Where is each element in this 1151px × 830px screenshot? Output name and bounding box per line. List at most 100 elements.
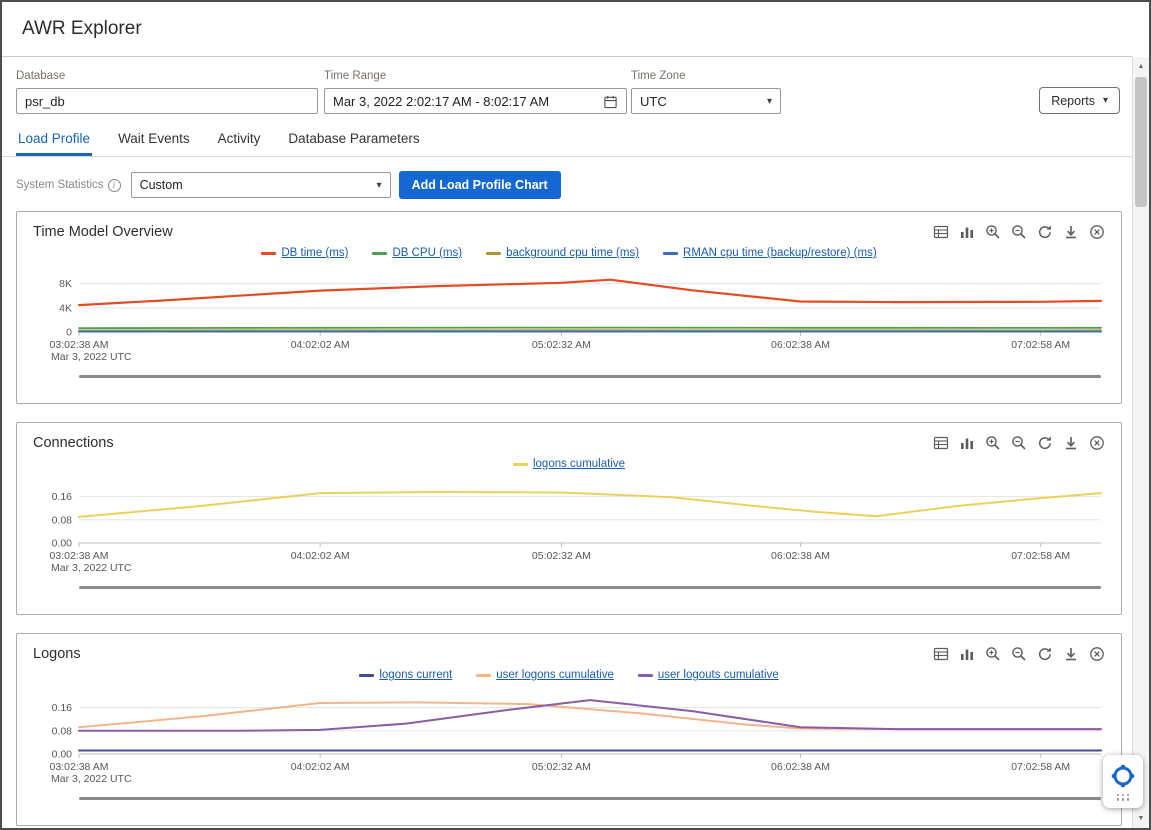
chart-toolbar bbox=[933, 646, 1105, 662]
legend-item[interactable]: logons current bbox=[359, 669, 452, 681]
view-data-table-icon[interactable] bbox=[933, 646, 949, 662]
statistics-select[interactable]: Custom ▾ bbox=[131, 172, 391, 198]
legend-series-link[interactable]: RMAN cpu time (backup/restore) (ms) bbox=[683, 247, 877, 259]
svg-text:06:02:38 AM: 06:02:38 AM bbox=[771, 339, 830, 351]
database-input[interactable] bbox=[16, 88, 318, 114]
svg-text:0.16: 0.16 bbox=[52, 702, 73, 714]
svg-text:06:02:38 AM: 06:02:38 AM bbox=[771, 550, 830, 562]
add-load-profile-chart-button[interactable]: Add Load Profile Chart bbox=[399, 171, 561, 199]
assistant-widget[interactable] bbox=[1103, 755, 1143, 808]
reset-zoom-icon[interactable] bbox=[1037, 646, 1053, 662]
info-icon[interactable]: i bbox=[108, 179, 121, 192]
time-range-label: Time Range bbox=[324, 70, 627, 82]
legend-item[interactable]: RMAN cpu time (backup/restore) (ms) bbox=[663, 247, 877, 259]
svg-text:8K: 8K bbox=[59, 278, 72, 290]
zoom-out-icon[interactable] bbox=[1011, 646, 1027, 662]
series-line bbox=[79, 700, 1101, 731]
awr-explorer-window: AWR Explorer Database Time Range Mar 3, … bbox=[0, 0, 1151, 830]
line-chart-connections: 0.000.080.1603:02:38 AM04:02:02 AM05:02:… bbox=[33, 477, 1109, 593]
chart-horizontal-scrollbar[interactable] bbox=[79, 797, 1101, 800]
time-zone-select[interactable]: UTC ▾ bbox=[631, 88, 781, 114]
legend-item[interactable]: DB time (ms) bbox=[261, 247, 348, 259]
download-icon[interactable] bbox=[1063, 435, 1079, 451]
svg-text:Mar 3, 2022 UTC: Mar 3, 2022 UTC bbox=[51, 351, 132, 363]
time-zone-label: Time Zone bbox=[631, 70, 781, 82]
tab-wait-events[interactable]: Wait Events bbox=[116, 122, 192, 156]
svg-text:4K: 4K bbox=[59, 302, 72, 314]
chart-panel-logons: Logons logons currentuser logons cumulat… bbox=[16, 633, 1122, 826]
scrollbar-thumb[interactable] bbox=[1135, 77, 1147, 207]
tab-database-parameters[interactable]: Database Parameters bbox=[286, 122, 421, 156]
page-title: AWR Explorer bbox=[22, 18, 142, 40]
chart-toolbar bbox=[933, 435, 1105, 451]
reports-button[interactable]: Reports ▾ bbox=[1039, 87, 1120, 114]
svg-text:03:02:38 AM: 03:02:38 AM bbox=[50, 761, 109, 773]
remove-chart-icon[interactable] bbox=[1089, 224, 1105, 240]
view-data-table-icon[interactable] bbox=[933, 224, 949, 240]
svg-text:0.16: 0.16 bbox=[52, 491, 73, 503]
zoom-in-icon[interactable] bbox=[985, 646, 1001, 662]
remove-chart-icon[interactable] bbox=[1089, 435, 1105, 451]
scroll-up-arrow-icon[interactable]: ▲ bbox=[1133, 59, 1149, 74]
legend-item[interactable]: background cpu time (ms) bbox=[486, 247, 639, 259]
legend-item[interactable]: user logons cumulative bbox=[476, 669, 614, 681]
svg-text:0.00: 0.00 bbox=[52, 538, 73, 550]
legend-series-link[interactable]: logons current bbox=[379, 669, 452, 681]
svg-text:07:02:58 AM: 07:02:58 AM bbox=[1011, 761, 1070, 773]
legend-series-link[interactable]: DB time (ms) bbox=[281, 247, 348, 259]
tab-activity[interactable]: Activity bbox=[216, 122, 263, 156]
legend-swatch bbox=[663, 252, 678, 255]
chart-panel-connections: Connections logons cumulative 0.000.080.… bbox=[16, 422, 1122, 615]
svg-text:04:02:02 AM: 04:02:02 AM bbox=[291, 550, 350, 562]
svg-text:06:02:38 AM: 06:02:38 AM bbox=[771, 761, 830, 773]
chart-title: Connections bbox=[33, 435, 114, 451]
time-zone-field: Time Zone UTC ▾ bbox=[631, 70, 781, 114]
legend-series-link[interactable]: user logouts cumulative bbox=[658, 669, 779, 681]
zoom-out-icon[interactable] bbox=[1011, 224, 1027, 240]
legend-item[interactable]: logons cumulative bbox=[513, 458, 625, 470]
legend-swatch bbox=[513, 463, 528, 466]
view-data-table-icon[interactable] bbox=[933, 435, 949, 451]
chart-type-icon[interactable] bbox=[959, 646, 975, 662]
svg-text:Mar 3, 2022 UTC: Mar 3, 2022 UTC bbox=[51, 562, 132, 574]
calendar-icon[interactable] bbox=[603, 94, 618, 109]
series-line bbox=[79, 492, 1101, 517]
legend-swatch bbox=[486, 252, 501, 255]
legend-series-link[interactable]: DB CPU (ms) bbox=[392, 247, 462, 259]
chart-horizontal-scrollbar[interactable] bbox=[79, 375, 1101, 378]
statistics-select-value: Custom bbox=[140, 178, 183, 192]
vertical-scrollbar[interactable]: ▲ ▼ bbox=[1132, 57, 1149, 828]
download-icon[interactable] bbox=[1063, 646, 1079, 662]
time-range-input[interactable]: Mar 3, 2022 2:02:17 AM - 8:02:17 AM bbox=[324, 88, 627, 114]
chart-type-icon[interactable] bbox=[959, 435, 975, 451]
chart-horizontal-scrollbar[interactable] bbox=[79, 586, 1101, 589]
remove-chart-icon[interactable] bbox=[1089, 646, 1105, 662]
chevron-down-icon: ▾ bbox=[767, 96, 772, 107]
drag-handle-dots[interactable] bbox=[1117, 794, 1130, 801]
download-icon[interactable] bbox=[1063, 224, 1079, 240]
zoom-in-icon[interactable] bbox=[985, 435, 1001, 451]
chart-type-icon[interactable] bbox=[959, 224, 975, 240]
scroll-down-arrow-icon[interactable]: ▼ bbox=[1133, 811, 1149, 826]
tab-load-profile[interactable]: Load Profile bbox=[16, 122, 92, 156]
chart-legend: DB time (ms) DB CPU (ms) background cpu ti… bbox=[33, 244, 1105, 262]
zoom-in-icon[interactable] bbox=[985, 224, 1001, 240]
legend-item[interactable]: user logouts cumulative bbox=[638, 669, 779, 681]
svg-text:0.08: 0.08 bbox=[52, 725, 73, 737]
chart-legend: logons cumulative bbox=[33, 455, 1105, 473]
legend-series-link[interactable]: user logons cumulative bbox=[496, 669, 614, 681]
zoom-out-icon[interactable] bbox=[1011, 435, 1027, 451]
svg-text:03:02:38 AM: 03:02:38 AM bbox=[50, 550, 109, 562]
reset-zoom-icon[interactable] bbox=[1037, 435, 1053, 451]
legend-item[interactable]: DB CPU (ms) bbox=[372, 247, 462, 259]
reset-zoom-icon[interactable] bbox=[1037, 224, 1053, 240]
chevron-down-icon: ▾ bbox=[377, 180, 382, 191]
legend-swatch bbox=[476, 674, 491, 677]
chart-panel-time-model-overview: Time Model Overview DB time (ms)DB CPU (… bbox=[16, 211, 1122, 404]
legend-swatch bbox=[372, 252, 387, 255]
assistant-icon[interactable] bbox=[1110, 763, 1136, 789]
legend-series-link[interactable]: logons cumulative bbox=[533, 458, 625, 470]
legend-swatch bbox=[638, 674, 653, 677]
legend-series-link[interactable]: background cpu time (ms) bbox=[506, 247, 639, 259]
svg-text:0.00: 0.00 bbox=[52, 749, 73, 761]
